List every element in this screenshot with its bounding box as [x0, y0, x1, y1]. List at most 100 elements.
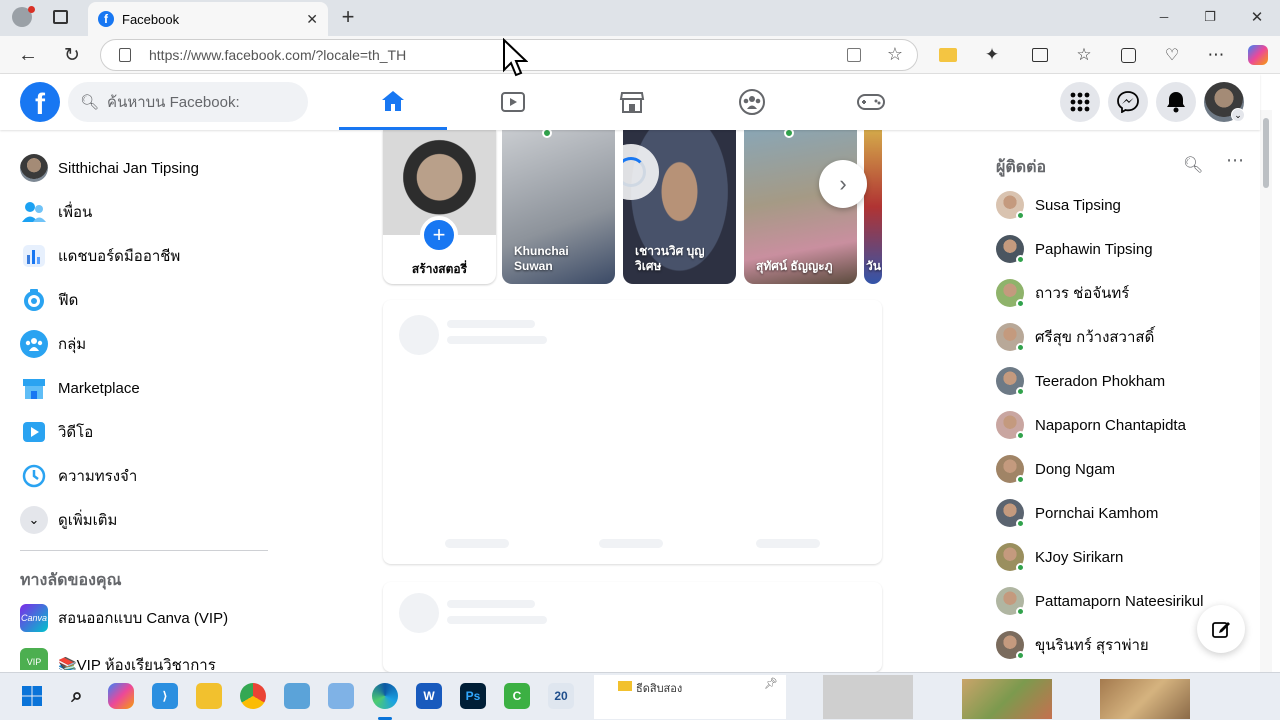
online-dot	[542, 130, 552, 138]
taskbar-preview-image[interactable]	[962, 679, 1052, 719]
video-icon	[20, 418, 48, 446]
facebook-logo[interactable]: f	[20, 82, 60, 122]
taskbar-preview-folder[interactable]: ธีดสิบสอง 📌︎	[594, 675, 786, 719]
extension-image-icon[interactable]	[934, 41, 962, 69]
split-screen-icon[interactable]	[1026, 41, 1054, 69]
tab-actions-icon[interactable]	[53, 10, 68, 24]
favorite-star-icon[interactable]: ☆	[887, 44, 903, 65]
messenger-button[interactable]	[1108, 82, 1148, 122]
back-arrow-icon[interactable]: ←	[14, 41, 42, 69]
contact-name: ศรีสุข กว้างสวาสดิ์	[1035, 329, 1155, 346]
browser-tab[interactable]: f Facebook ✕	[88, 2, 328, 36]
shortcut-item-canva[interactable]: Canva สอนออกแบบ Canva (VIP)	[20, 598, 228, 638]
account-chevron-icon[interactable]: ⌄	[1231, 108, 1245, 122]
contact-item[interactable]: ศรีสุข กว้างสวาสดิ์	[996, 317, 1154, 357]
scrollbar-thumb[interactable]	[1263, 118, 1269, 188]
stories-next-button[interactable]: ›	[819, 160, 867, 208]
menu-button[interactable]	[1060, 82, 1100, 122]
contact-avatar	[996, 191, 1025, 220]
settings-more-icon[interactable]: ⋯	[1202, 41, 1230, 69]
copilot-icon[interactable]	[1244, 41, 1272, 69]
contacts-heading: ผู้ติดต่อ	[996, 159, 1047, 176]
sidebar-item-profile[interactable]: Sitthichai Jan Tipsing	[20, 148, 199, 188]
online-status-dot	[1016, 519, 1025, 528]
new-message-button[interactable]	[1197, 605, 1245, 653]
sidebar-item-video[interactable]: วิดีโอ	[20, 412, 93, 452]
story-create[interactable]: + สร้างสตอรี่	[383, 130, 496, 284]
compose-icon	[1212, 622, 1230, 638]
story-card[interactable]: Khunchai Suwan	[502, 130, 615, 284]
story-card[interactable]: วัน	[864, 130, 882, 284]
sidebar-item-friends[interactable]: เพื่อน	[20, 192, 92, 232]
sidebar-item-dashboard[interactable]: แดชบอร์ดมืออาชีพ	[20, 236, 180, 276]
sidebar-item-see-more[interactable]: ⌄ ดูเพิ่มเติม	[20, 500, 117, 540]
contact-item[interactable]: KJoy Sirikarn	[996, 537, 1123, 577]
gaming-icon	[857, 94, 885, 110]
browser-essentials-icon[interactable]: ♡	[1158, 41, 1186, 69]
contact-item[interactable]: Napaporn Chantapidta	[996, 405, 1186, 445]
sidebar-item-memories[interactable]: ความทรงจำ	[20, 456, 137, 496]
contact-item[interactable]: Pattamaporn Nateesirikul	[996, 581, 1203, 621]
contact-item[interactable]: Paphawin Tipsing	[996, 229, 1153, 269]
tab-video[interactable]	[459, 74, 567, 130]
sidebar-item-feed[interactable]: ฟีด	[20, 280, 78, 320]
sidebar-item-label: ความทรงจำ	[58, 468, 138, 485]
tab-close-icon[interactable]: ✕	[306, 11, 318, 28]
restore-button[interactable]: ❐	[1196, 3, 1224, 31]
app-install-icon[interactable]	[847, 48, 861, 62]
contact-item[interactable]: Teeradon Phokham	[996, 361, 1165, 401]
contact-item[interactable]: Susa Tipsing	[996, 185, 1121, 225]
notifications-button[interactable]	[1156, 82, 1196, 122]
shortcut-item-vip[interactable]: VIP 📚VIP ห้องเรียนวิชาการ	[20, 642, 216, 670]
minimize-button[interactable]: ─	[1150, 3, 1178, 31]
contact-avatar	[996, 587, 1025, 616]
scrollbar-track[interactable]	[1260, 110, 1272, 672]
new-tab-button[interactable]: +	[334, 3, 362, 31]
extensions-puzzle-icon[interactable]: ✦	[978, 41, 1006, 69]
photoshop-icon[interactable]: Ps	[460, 683, 486, 709]
notepad-icon[interactable]	[328, 683, 354, 709]
chrome-icon[interactable]	[240, 683, 266, 709]
taskbar-preview-image[interactable]	[823, 675, 913, 719]
vscode-icon[interactable]: ⟩	[152, 683, 178, 709]
tab-home[interactable]	[339, 74, 447, 130]
camtasia-icon[interactable]: C	[504, 683, 530, 709]
tab-marketplace[interactable]	[578, 74, 686, 130]
contact-item[interactable]: Pornchai Kamhom	[996, 493, 1158, 533]
sidebar-item-groups[interactable]: กลุ่ม	[20, 324, 86, 364]
favorites-icon[interactable]: ☆	[1070, 41, 1098, 69]
calendar-icon[interactable]: 20	[548, 683, 574, 709]
contacts-more-icon[interactable]: ⋯	[1226, 150, 1244, 171]
remote-desktop-icon[interactable]	[284, 683, 310, 709]
skeleton-line	[447, 616, 547, 624]
copilot-app-icon[interactable]	[108, 683, 134, 709]
contact-item[interactable]: ถาวร ช่อจันทร์	[996, 273, 1129, 313]
word-icon[interactable]: W	[416, 683, 442, 709]
tab-groups[interactable]	[698, 74, 806, 130]
search-input[interactable]: 🔍︎ ค้นหาบน Facebook:	[68, 82, 308, 122]
close-window-button[interactable]: ✕	[1243, 3, 1271, 31]
refresh-icon[interactable]: ↻	[58, 41, 86, 69]
tab-gaming[interactable]	[817, 74, 925, 130]
start-windows-icon[interactable]	[19, 683, 45, 709]
messenger-icon	[1117, 91, 1139, 113]
contact-item[interactable]: Dong Ngam	[996, 449, 1115, 489]
pin-icon[interactable]: 📌︎	[764, 677, 778, 690]
collections-icon[interactable]	[1114, 41, 1142, 69]
contacts-search-icon[interactable]: 🔍︎	[1183, 155, 1203, 175]
online-status-dot	[1016, 255, 1025, 264]
taskbar-preview-image[interactable]	[1100, 679, 1190, 719]
vip-group-icon: VIP	[20, 648, 48, 670]
online-status-dot	[1016, 607, 1025, 616]
edge-icon[interactable]	[372, 683, 398, 709]
add-story-icon[interactable]: +	[420, 216, 458, 254]
facebook-favicon-icon: f	[98, 11, 114, 27]
contact-avatar	[996, 235, 1025, 264]
sidebar-item-marketplace[interactable]: Marketplace	[20, 368, 140, 408]
file-explorer-icon[interactable]	[196, 683, 222, 709]
skeleton-line	[447, 320, 535, 328]
contact-item[interactable]: ขุนรินทร์ สุราพ่าย	[996, 625, 1149, 665]
story-card[interactable]: เชาวนวิศ บุญวิเศษ	[623, 130, 736, 284]
taskbar-search-icon[interactable]: ⌕	[64, 683, 90, 709]
site-info-icon[interactable]	[119, 48, 131, 62]
